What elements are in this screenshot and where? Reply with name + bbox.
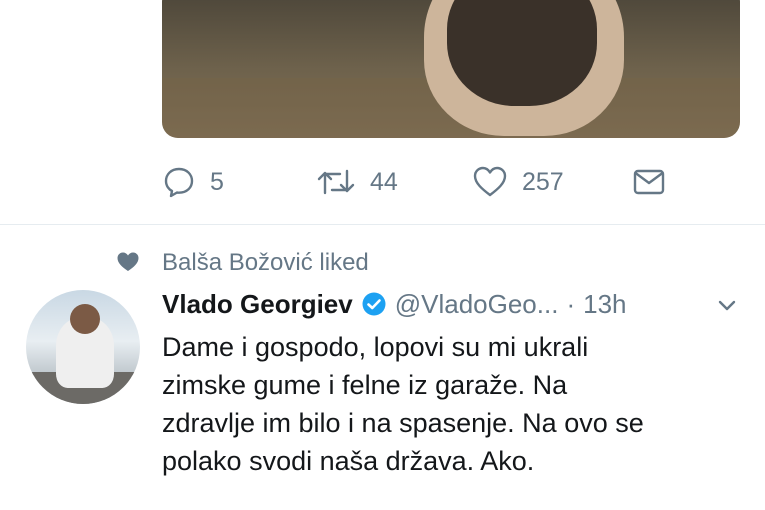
like-button[interactable]: 257 (472, 160, 564, 204)
tweet-actions: 5 44 257 (162, 160, 722, 204)
retweet-icon (316, 165, 356, 199)
reply-button[interactable]: 5 (162, 160, 224, 204)
tweet-media-image[interactable] (162, 0, 740, 138)
avatar[interactable] (26, 290, 140, 404)
header-separator: · (566, 288, 576, 319)
tweet-text: Dame i gospodo, lopovi su mi ukrali zims… (162, 328, 752, 480)
retweet-count: 44 (370, 167, 398, 196)
heart-icon (116, 251, 140, 280)
chevron-down-icon[interactable] (716, 292, 738, 323)
tweet-text-line: polako svodi naša država. Ako. (162, 446, 535, 476)
avatar-head (70, 304, 100, 334)
like-icon (472, 165, 508, 199)
reply-icon (162, 165, 196, 199)
retweet-button[interactable]: 44 (316, 160, 398, 204)
author-name[interactable]: Vlado Georgiev (162, 289, 353, 320)
author-handle[interactable]: @VladoGeo... (395, 289, 559, 320)
dm-icon (632, 165, 666, 199)
tweet-timestamp[interactable]: 13h (583, 289, 626, 320)
liked-context-label[interactable]: Balša Božović liked (162, 248, 369, 278)
reply-count: 5 (210, 167, 224, 196)
tweet-header: Vlado Georgiev @VladoGeo... · 13h (162, 286, 742, 322)
tweet-text-line: zdravlje im bilo i na spasenje. Na ovo s… (162, 408, 644, 438)
verified-icon (361, 291, 387, 317)
direct-message-button[interactable] (632, 160, 666, 204)
tweet-text-line: zimske gume i felne iz garaže. Na (162, 370, 568, 400)
like-count: 257 (522, 167, 564, 196)
tweet-divider (0, 224, 765, 225)
tweet-text-line: Dame i gospodo, lopovi su mi ukrali (162, 332, 589, 362)
